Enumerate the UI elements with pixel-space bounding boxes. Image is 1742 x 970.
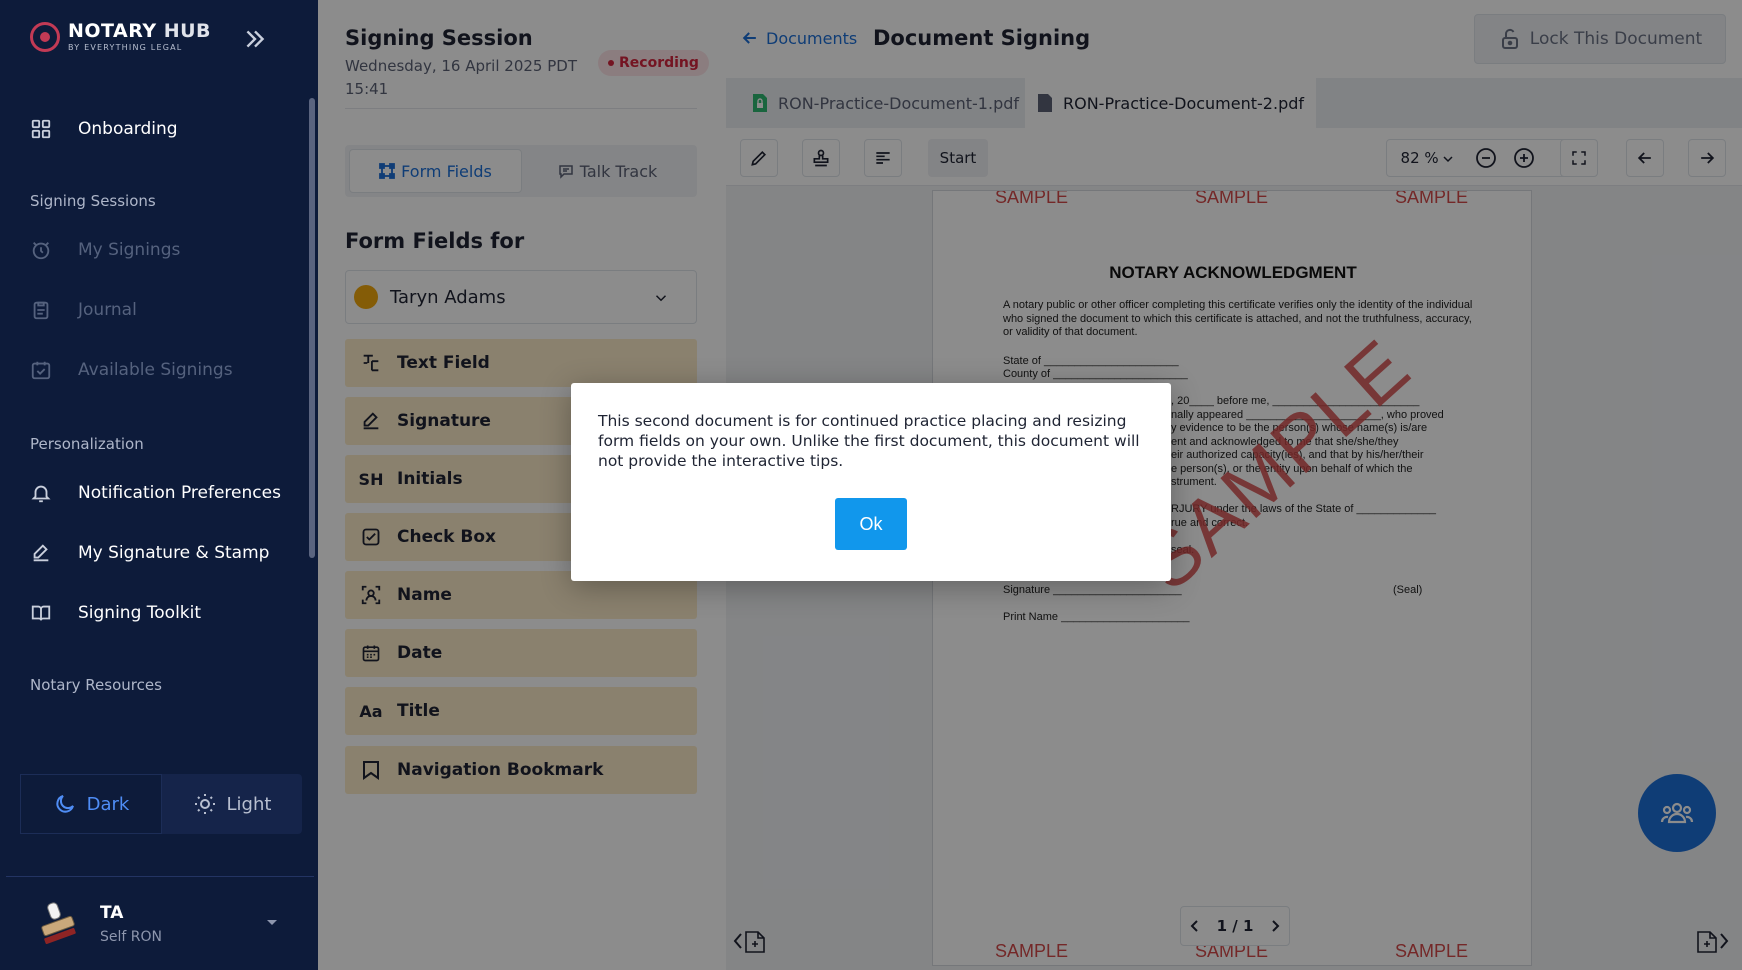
alarm-clock-icon [30, 239, 52, 261]
signature-pen-icon [30, 542, 52, 564]
moon-icon [56, 795, 74, 813]
calendar-check-icon [30, 359, 52, 381]
section-signing-sessions: Signing Sessions [30, 192, 156, 210]
section-notary-resources: Notary Resources [30, 676, 162, 694]
sun-icon [194, 794, 215, 814]
stamp-icon [41, 901, 76, 944]
caret-down-icon [267, 920, 277, 925]
bell-icon [30, 482, 52, 504]
sidebar-item-available-signings[interactable]: Available Signings [30, 355, 233, 385]
brand-title-hub: HUB [156, 20, 212, 42]
theme-light-button[interactable]: Light [162, 774, 302, 834]
sidebar-item-signature-stamp[interactable]: My Signature & Stamp [30, 538, 269, 568]
theme-dark-label: Dark [86, 793, 130, 815]
user-menu[interactable]: TA Self RON [6, 876, 314, 970]
sidebar-item-label: Signing Toolkit [78, 603, 202, 623]
brand-title: NOTARY [68, 20, 157, 42]
info-modal: This second document is for continued pr… [571, 383, 1171, 581]
sidebar-item-onboarding[interactable]: Onboarding [30, 114, 178, 144]
modal-message: This second document is for continued pr… [598, 412, 1140, 470]
clipboard-icon [30, 299, 52, 321]
sidebar-item-label: Available Signings [78, 360, 233, 380]
double-chevron-right-icon [246, 30, 265, 48]
sidebar-scrollbar[interactable] [309, 98, 315, 558]
user-initials: TA [100, 902, 124, 923]
sidebar-item-label: My Signings [78, 240, 181, 260]
sidebar-item-label: Journal [78, 300, 137, 320]
sidebar-item-label: Onboarding [78, 119, 178, 139]
sidebar-item-label: Notification Preferences [78, 483, 281, 503]
ok-button[interactable]: Ok [835, 498, 907, 550]
logo-icon [30, 22, 60, 52]
sidebar-item-signing-toolkit[interactable]: Signing Toolkit [30, 598, 201, 628]
grid-icon [30, 118, 52, 140]
book-open-icon [30, 602, 52, 624]
sidebar-item-journal[interactable]: Journal [30, 295, 137, 325]
sidebar-item-my-signings[interactable]: My Signings [30, 235, 180, 265]
theme-light-label: Light [226, 793, 272, 815]
sidebar: NOTARY HUB BY EVERYTHING LEGAL Onboardin… [0, 0, 318, 970]
theme-toggle: Dark Light [20, 774, 302, 834]
sidebar-item-notification-preferences[interactable]: Notification Preferences [30, 478, 281, 508]
section-personalization: Personalization [30, 435, 144, 453]
brand-logo[interactable]: NOTARY HUB BY EVERYTHING LEGAL [30, 22, 211, 52]
sidebar-item-label: My Signature & Stamp [78, 543, 270, 563]
collapse-sidebar-button[interactable] [240, 24, 270, 54]
theme-dark-button[interactable]: Dark [20, 774, 162, 834]
user-role: Self RON [100, 928, 162, 945]
brand-subtitle: BY EVERYTHING LEGAL [68, 43, 183, 52]
